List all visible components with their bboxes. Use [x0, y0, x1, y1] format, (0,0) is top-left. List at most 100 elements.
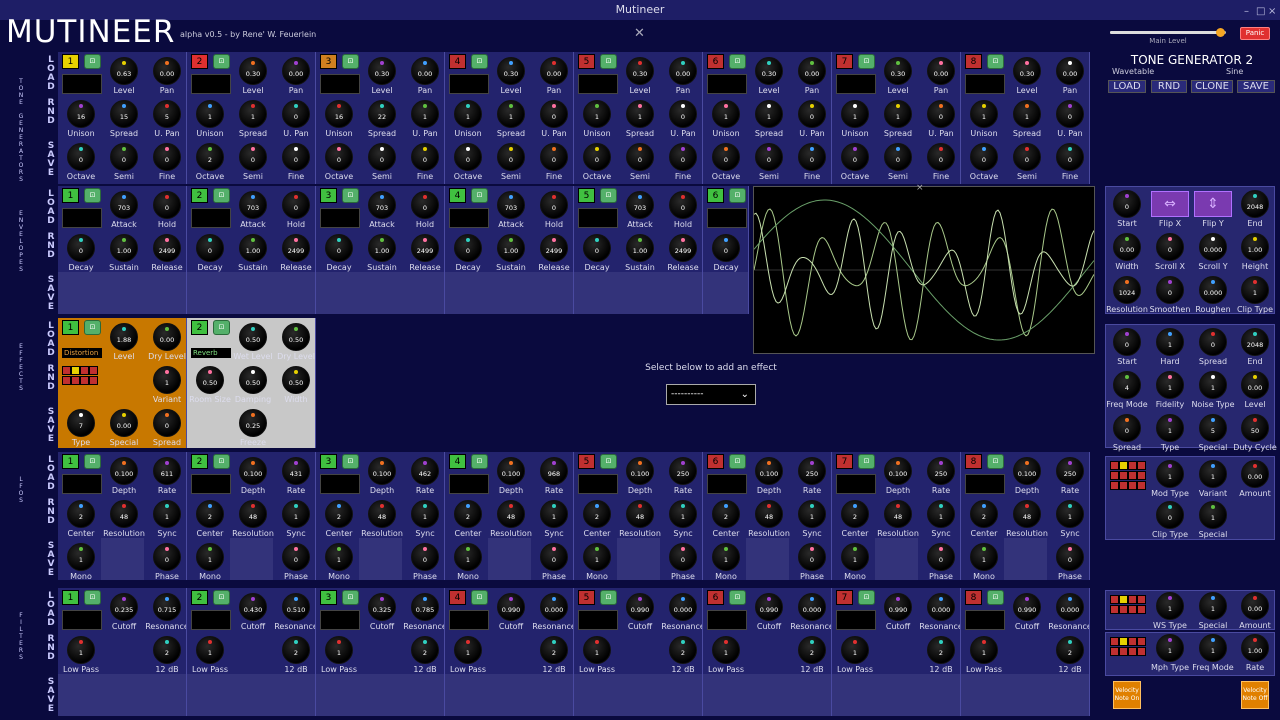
envelope-attack-knob[interactable]: 703: [239, 191, 267, 219]
generator-upan-knob[interactable]: 0: [1056, 100, 1084, 128]
filter-low-pass-knob[interactable]: 1: [712, 636, 740, 664]
lfo-phase-knob[interactable]: 0: [1056, 543, 1084, 571]
generator-semi-knob[interactable]: 0: [884, 143, 912, 171]
effect-wet-level-knob[interactable]: 0.50: [239, 323, 267, 351]
generator-semi-knob[interactable]: 0: [368, 143, 396, 171]
variant-selector[interactable]: [62, 376, 71, 385]
wavetable-panel-start-knob[interactable]: 0: [1113, 190, 1141, 218]
filter-cutoff-knob[interactable]: 0.430: [239, 593, 267, 621]
generator-upan-knob[interactable]: 0: [669, 100, 697, 128]
generator-fine-knob[interactable]: 0: [1056, 143, 1084, 171]
lfo-lock-icon[interactable]: ⊡: [213, 454, 230, 469]
minimize-button[interactable]: –: [1244, 2, 1249, 22]
filter-resonance-knob[interactable]: 0.510: [282, 593, 310, 621]
mph-selector[interactable]: [1119, 637, 1128, 646]
envelope-1[interactable]: 1 ⊡ 703 Attack 0 Hold 0 Decay 1.00 Sustain 2499 Rel…: [58, 186, 187, 314]
envelope-release-knob[interactable]: 2499: [153, 234, 181, 262]
effect-1[interactable]: 1 ⊡ Distortion 1.88 Level 0.00 Dry Level 1 Varia…: [58, 318, 187, 448]
mph-selector[interactable]: [1128, 637, 1137, 646]
lfo-resolution-knob[interactable]: 48: [884, 500, 912, 528]
filter-badge[interactable]: 7: [836, 590, 853, 605]
generator-lock-icon[interactable]: ⊡: [600, 54, 617, 69]
filter-lock-icon[interactable]: ⊡: [213, 590, 230, 605]
effect-freeze-knob[interactable]: 0.25: [239, 409, 267, 437]
mod-selector[interactable]: [1119, 461, 1128, 470]
generator-octave-knob[interactable]: 2: [196, 143, 224, 171]
generator-fine-knob[interactable]: 0: [927, 143, 955, 171]
save-row-button[interactable]: SAVE: [46, 404, 56, 447]
noise-panel-special-knob[interactable]: 5: [1199, 414, 1227, 442]
lfo-rate-knob[interactable]: 462: [411, 457, 439, 485]
generator-pan-knob[interactable]: 0.00: [540, 57, 568, 85]
ws-selector[interactable]: [1110, 595, 1119, 604]
lfo-depth-knob[interactable]: 0.100: [110, 457, 138, 485]
generator-pan-knob[interactable]: 0.00: [669, 57, 697, 85]
lfo-depth-knob[interactable]: 0.100: [1013, 457, 1041, 485]
generator-level-knob[interactable]: 0.30: [1013, 57, 1041, 85]
lfo-mono-knob[interactable]: 1: [325, 543, 353, 571]
load-row-button[interactable]: LOAD: [46, 52, 56, 95]
noise-panel-hard-knob[interactable]: 1: [1156, 328, 1184, 356]
lfo-center-knob[interactable]: 2: [583, 500, 611, 528]
morph-panel-rate-knob[interactable]: 1.00: [1241, 634, 1269, 662]
save-button[interactable]: SAVE: [1237, 80, 1275, 93]
save-row-button[interactable]: SAVE: [46, 138, 56, 181]
variant-selector[interactable]: [80, 366, 89, 375]
generator-unison-knob[interactable]: 1: [712, 100, 740, 128]
load-row-button[interactable]: LOAD: [46, 186, 56, 229]
generator-unison-knob[interactable]: 1: [583, 100, 611, 128]
generator-level-knob[interactable]: 0.30: [368, 57, 396, 85]
envelope-attack-knob[interactable]: 703: [497, 191, 525, 219]
envelope-hold-knob[interactable]: 0: [540, 191, 568, 219]
envelope-release-knob[interactable]: 2499: [540, 234, 568, 262]
generator-pan-knob[interactable]: 0.00: [927, 57, 955, 85]
lfo-2[interactable]: 2 ⊡ 0.100 Depth 431 Rate 2 Center 48 Resolution 1 S…: [187, 452, 316, 580]
panic-button[interactable]: Panic: [1240, 27, 1270, 40]
generator-lock-icon[interactable]: ⊡: [729, 54, 746, 69]
noise-panel-freq-mode-knob[interactable]: 4: [1113, 371, 1141, 399]
generator-semi-knob[interactable]: 0: [110, 143, 138, 171]
generator-upan-knob[interactable]: 0: [798, 100, 826, 128]
generator-unison-knob[interactable]: 1: [196, 100, 224, 128]
generator-semi-knob[interactable]: 0: [626, 143, 654, 171]
generator-upan-knob[interactable]: 0: [540, 100, 568, 128]
load-row-button[interactable]: LOAD: [46, 452, 56, 495]
rnd-row-button[interactable]: RND: [46, 361, 56, 404]
morph-panel-freq-mode-knob[interactable]: 1: [1199, 634, 1227, 662]
generator-upan-knob[interactable]: 5: [153, 100, 181, 128]
modulation-panel-mod-type-knob[interactable]: 1: [1156, 460, 1184, 488]
lfo-badge[interactable]: 1: [62, 454, 79, 469]
filter-lock-icon[interactable]: ⊡: [84, 590, 101, 605]
generator-level-knob[interactable]: 0.63: [110, 57, 138, 85]
lfo-rate-knob[interactable]: 611: [153, 457, 181, 485]
lfo-lock-icon[interactable]: ⊡: [342, 454, 359, 469]
lfo-lock-icon[interactable]: ⊡: [600, 454, 617, 469]
lfo-sync-knob[interactable]: 1: [669, 500, 697, 528]
lfo-badge[interactable]: 4: [449, 454, 466, 469]
wavetable-panel-resolution-knob[interactable]: 1024: [1113, 276, 1141, 304]
generator-spread-knob[interactable]: 1: [497, 100, 525, 128]
mod-selector[interactable]: [1137, 461, 1146, 470]
waveshaper-panel-special-knob[interactable]: 1: [1199, 592, 1227, 620]
generator-unison-knob[interactable]: 1: [841, 100, 869, 128]
generator-badge[interactable]: 4: [449, 54, 466, 69]
mph-selector[interactable]: [1110, 647, 1119, 656]
morph-panel-mph-type-knob[interactable]: 1: [1156, 634, 1184, 662]
generator-lock-icon[interactable]: ⊡: [342, 54, 359, 69]
lfo-1[interactable]: 1 ⊡ 0.100 Depth 611 Rate 2 Center 48 Resolution 1 S…: [58, 452, 187, 580]
envelope-hold-knob[interactable]: 0: [153, 191, 181, 219]
effect-2[interactable]: 2 ⊡ Reverb 0.50 Wet Level 0.50 Dry Level 0.50 Ro…: [187, 318, 316, 448]
filter-5[interactable]: 5 ⊡ 0.990 Cutoff 0.000 Resonance 1 Low Pass 2 12 …: [574, 588, 703, 716]
rnd-row-button[interactable]: RND: [46, 229, 56, 272]
generator-lock-icon[interactable]: ⊡: [987, 54, 1004, 69]
lfo-badge[interactable]: 3: [320, 454, 337, 469]
variant-selector[interactable]: [71, 366, 80, 375]
lfo-lock-icon[interactable]: ⊡: [858, 454, 875, 469]
lfo-mono-knob[interactable]: 1: [196, 543, 224, 571]
velocity-note-off-button[interactable]: Velocity Note Off: [1241, 681, 1269, 709]
generator-badge[interactable]: 5: [578, 54, 595, 69]
close-button[interactable]: ×: [1268, 2, 1276, 22]
lfo-phase-knob[interactable]: 0: [153, 543, 181, 571]
mph-selector[interactable]: [1128, 647, 1137, 656]
lfo-6[interactable]: 6 ⊡ 0.100 Depth 250 Rate 2 Center 48 Resolution 1 S…: [703, 452, 832, 580]
